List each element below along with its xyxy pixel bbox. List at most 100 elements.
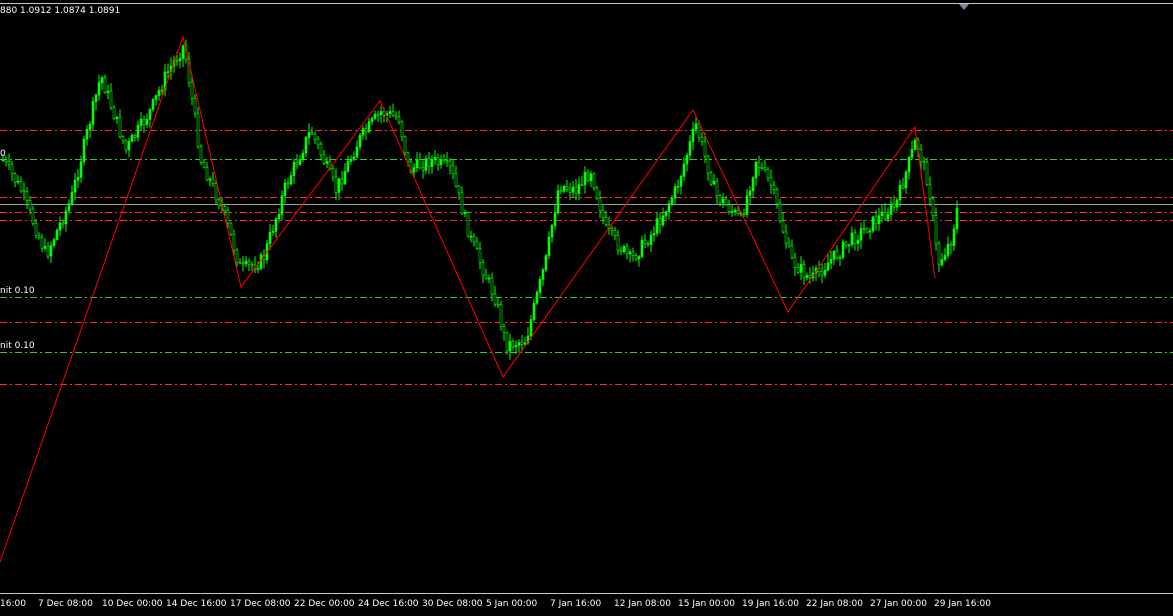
candle-body [334, 176, 338, 193]
candle-body [307, 131, 311, 138]
candle-body [427, 158, 431, 167]
candle-body [820, 271, 824, 276]
candle-body [901, 184, 905, 189]
candle-body [850, 232, 854, 246]
candle-body [67, 203, 71, 212]
candle-body [130, 135, 134, 142]
candle-body [766, 169, 770, 179]
candle-body [559, 190, 563, 193]
time-axis-label: 22 Jan 08:00 [806, 599, 863, 609]
candle-body [742, 213, 746, 215]
candle-body [268, 232, 272, 245]
candle-body [868, 230, 872, 233]
candle-body [898, 184, 902, 201]
candle-body [379, 111, 383, 115]
candle-body [637, 256, 641, 260]
time-axis-label: 29 Jan 16:00 [934, 599, 991, 609]
candle-body [673, 186, 677, 199]
candle-body [283, 182, 287, 197]
candle-body [292, 162, 296, 176]
time-axis-label: 24 Dec 16:00 [358, 599, 419, 609]
candle-body [145, 119, 149, 125]
candle-body [586, 172, 590, 182]
candle-body [928, 184, 932, 200]
candle-body [487, 277, 491, 280]
zigzag-indicator-line[interactable] [0, 35, 936, 563]
candle-body [751, 177, 755, 192]
candle-body [700, 136, 704, 142]
candle-body [301, 152, 305, 160]
candle-body [142, 118, 146, 125]
candle-body [22, 190, 26, 193]
level-label-stub: 0 [0, 149, 6, 159]
candle-body [661, 215, 665, 226]
candle-body [466, 211, 470, 237]
candle-body [358, 134, 362, 148]
candle-body [106, 90, 110, 93]
candle-body [562, 185, 566, 192]
candle-body [109, 90, 113, 108]
candle-body [655, 218, 659, 234]
candle-body [934, 215, 938, 245]
candle-body [499, 304, 503, 327]
candle-body [235, 249, 239, 263]
candle-body [805, 275, 809, 278]
candle-body [832, 250, 836, 260]
candle-body [712, 180, 716, 185]
candle-body [436, 157, 440, 166]
candle-body [886, 214, 890, 220]
candle-body [685, 154, 689, 165]
candle-body [424, 158, 428, 171]
candle-body [340, 178, 344, 185]
price-plot [0, 35, 1173, 563]
candle-body [865, 228, 869, 233]
candle-body [352, 156, 356, 160]
chart-area[interactable]: 880 1.0912 1.0874 1.0891 0 nit 0.10 nit … [0, 0, 1173, 594]
candle-body [31, 208, 35, 224]
candle-body [157, 90, 161, 96]
candle-body [706, 155, 710, 174]
candle-body [19, 180, 23, 192]
candle-body [841, 241, 845, 258]
candle-body [73, 179, 77, 193]
candle-body [577, 184, 581, 194]
time-axis-label: 15 Jan 00:00 [678, 599, 735, 609]
candle-body [91, 101, 95, 125]
candle-body [1, 159, 5, 162]
candle-body [628, 251, 632, 255]
candle-body [214, 183, 218, 201]
candle-body [643, 239, 647, 244]
candle-body [103, 77, 107, 93]
candle-body [904, 171, 908, 189]
candle-body [298, 158, 302, 165]
candle-body [43, 246, 47, 249]
candle-body [583, 172, 587, 186]
candle-body [889, 203, 893, 215]
candle-body [625, 246, 629, 255]
candle-body [247, 260, 251, 265]
candle-body [694, 123, 698, 130]
candle-body [376, 113, 380, 116]
candle-body [697, 123, 701, 138]
candle-body [532, 302, 536, 320]
candle-body [415, 159, 419, 168]
candle-body [97, 82, 101, 96]
candle-body [64, 210, 68, 225]
candle-body [7, 161, 11, 165]
candle-body [748, 190, 752, 196]
candle-body [565, 185, 569, 190]
candle-body [931, 198, 935, 216]
candle-body [769, 177, 773, 186]
candle-body [337, 178, 341, 193]
candle-body [733, 209, 737, 212]
candle-body [49, 245, 53, 257]
candle-body [310, 131, 314, 135]
candle-body [286, 182, 290, 185]
candle-body [658, 218, 662, 226]
candle-body [601, 210, 605, 218]
candle-body [589, 173, 593, 182]
candle-body [34, 223, 38, 237]
candle-body [154, 95, 158, 100]
candle-body [451, 165, 455, 174]
candle-body [580, 184, 584, 186]
